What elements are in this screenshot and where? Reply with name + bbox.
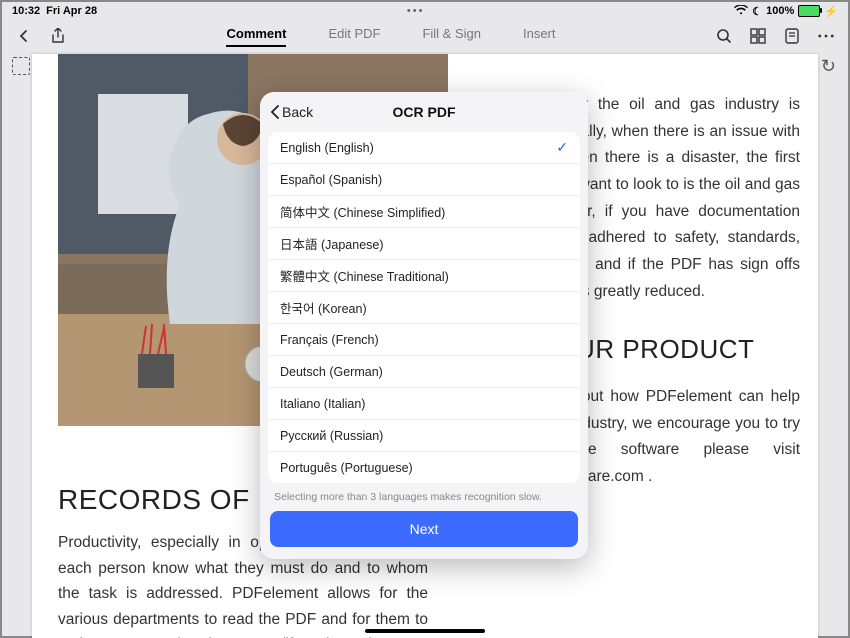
multitask-dots[interactable]: ••• xyxy=(97,5,734,17)
language-label: Italiano (Italian) xyxy=(280,397,365,411)
share-icon[interactable] xyxy=(50,28,66,44)
language-option[interactable]: Italiano (Italian) xyxy=(268,387,580,419)
tab-fill-sign[interactable]: Fill & Sign xyxy=(422,26,481,47)
language-label: 简体中文 (Chinese Simplified) xyxy=(280,202,445,221)
language-option[interactable]: Русский (Russian) xyxy=(268,419,580,451)
language-option[interactable]: Español (Spanish) xyxy=(268,163,580,195)
tab-insert[interactable]: Insert xyxy=(523,26,556,47)
charging-icon: ⚡ xyxy=(824,5,838,18)
next-button[interactable]: Next xyxy=(270,511,578,547)
status-date: Fri Apr 28 xyxy=(46,5,97,17)
language-option[interactable]: English (English) ✓ xyxy=(268,132,580,163)
language-option[interactable]: Português (Portuguese) xyxy=(268,451,580,483)
language-list: English (English) ✓ Español (Spanish) 简体中文 … xyxy=(268,132,580,483)
status-bar: 10:32 Fri Apr 28 ••• ☾ 100% ⚡ xyxy=(2,2,848,20)
language-label: Русский (Russian) xyxy=(280,429,383,443)
back-button[interactable]: Back xyxy=(270,104,313,120)
sheet-hint: Selecting more than 3 languages makes re… xyxy=(260,483,588,507)
language-label: 한국어 (Korean) xyxy=(280,298,367,317)
nav-bar: Comment Edit PDF Fill & Sign Insert xyxy=(2,20,848,52)
status-time: 10:32 xyxy=(12,5,40,17)
language-option[interactable]: 한국어 (Korean) xyxy=(268,291,580,323)
language-label: English (English) xyxy=(280,141,374,155)
language-option[interactable]: 简体中文 (Chinese Simplified) xyxy=(268,195,580,227)
back-icon[interactable] xyxy=(16,28,32,44)
language-label: Français (French) xyxy=(280,333,379,347)
language-option[interactable]: Français (French) xyxy=(268,323,580,355)
language-label: Deutsch (German) xyxy=(280,365,383,379)
more-icon[interactable] xyxy=(818,28,834,44)
language-label: Português (Portuguese) xyxy=(280,461,413,475)
language-option[interactable]: 繁體中文 (Chinese Traditional) xyxy=(268,259,580,291)
search-icon[interactable] xyxy=(716,28,732,44)
language-option[interactable]: 日本語 (Japanese) xyxy=(268,227,580,259)
language-label: Español (Spanish) xyxy=(280,173,382,187)
battery-icon xyxy=(798,5,820,17)
dnd-moon-icon: ☾ xyxy=(752,5,762,18)
ocr-pdf-sheet: Back OCR PDF English (English) ✓ Español (… xyxy=(260,92,588,559)
tab-comment[interactable]: Comment xyxy=(226,26,286,47)
battery-percent: 100% xyxy=(766,5,794,17)
back-label: Back xyxy=(282,104,313,120)
tab-edit-pdf[interactable]: Edit PDF xyxy=(328,26,380,47)
language-option[interactable]: Deutsch (German) xyxy=(268,355,580,387)
selection-tool-icon[interactable] xyxy=(12,57,30,75)
language-label: 日本語 (Japanese) xyxy=(280,234,384,253)
wifi-icon xyxy=(734,5,748,18)
sheet-title: OCR PDF xyxy=(393,104,456,120)
mode-tabs: Comment Edit PDF Fill & Sign Insert xyxy=(66,26,716,47)
thumbnails-icon[interactable] xyxy=(750,28,766,44)
check-icon: ✓ xyxy=(556,139,568,156)
undo-icon[interactable]: ↻ xyxy=(821,56,836,77)
read-mode-icon[interactable] xyxy=(784,28,800,44)
home-indicator[interactable] xyxy=(365,629,485,633)
sheet-header: Back OCR PDF xyxy=(260,92,588,132)
language-label: 繁體中文 (Chinese Traditional) xyxy=(280,266,449,285)
